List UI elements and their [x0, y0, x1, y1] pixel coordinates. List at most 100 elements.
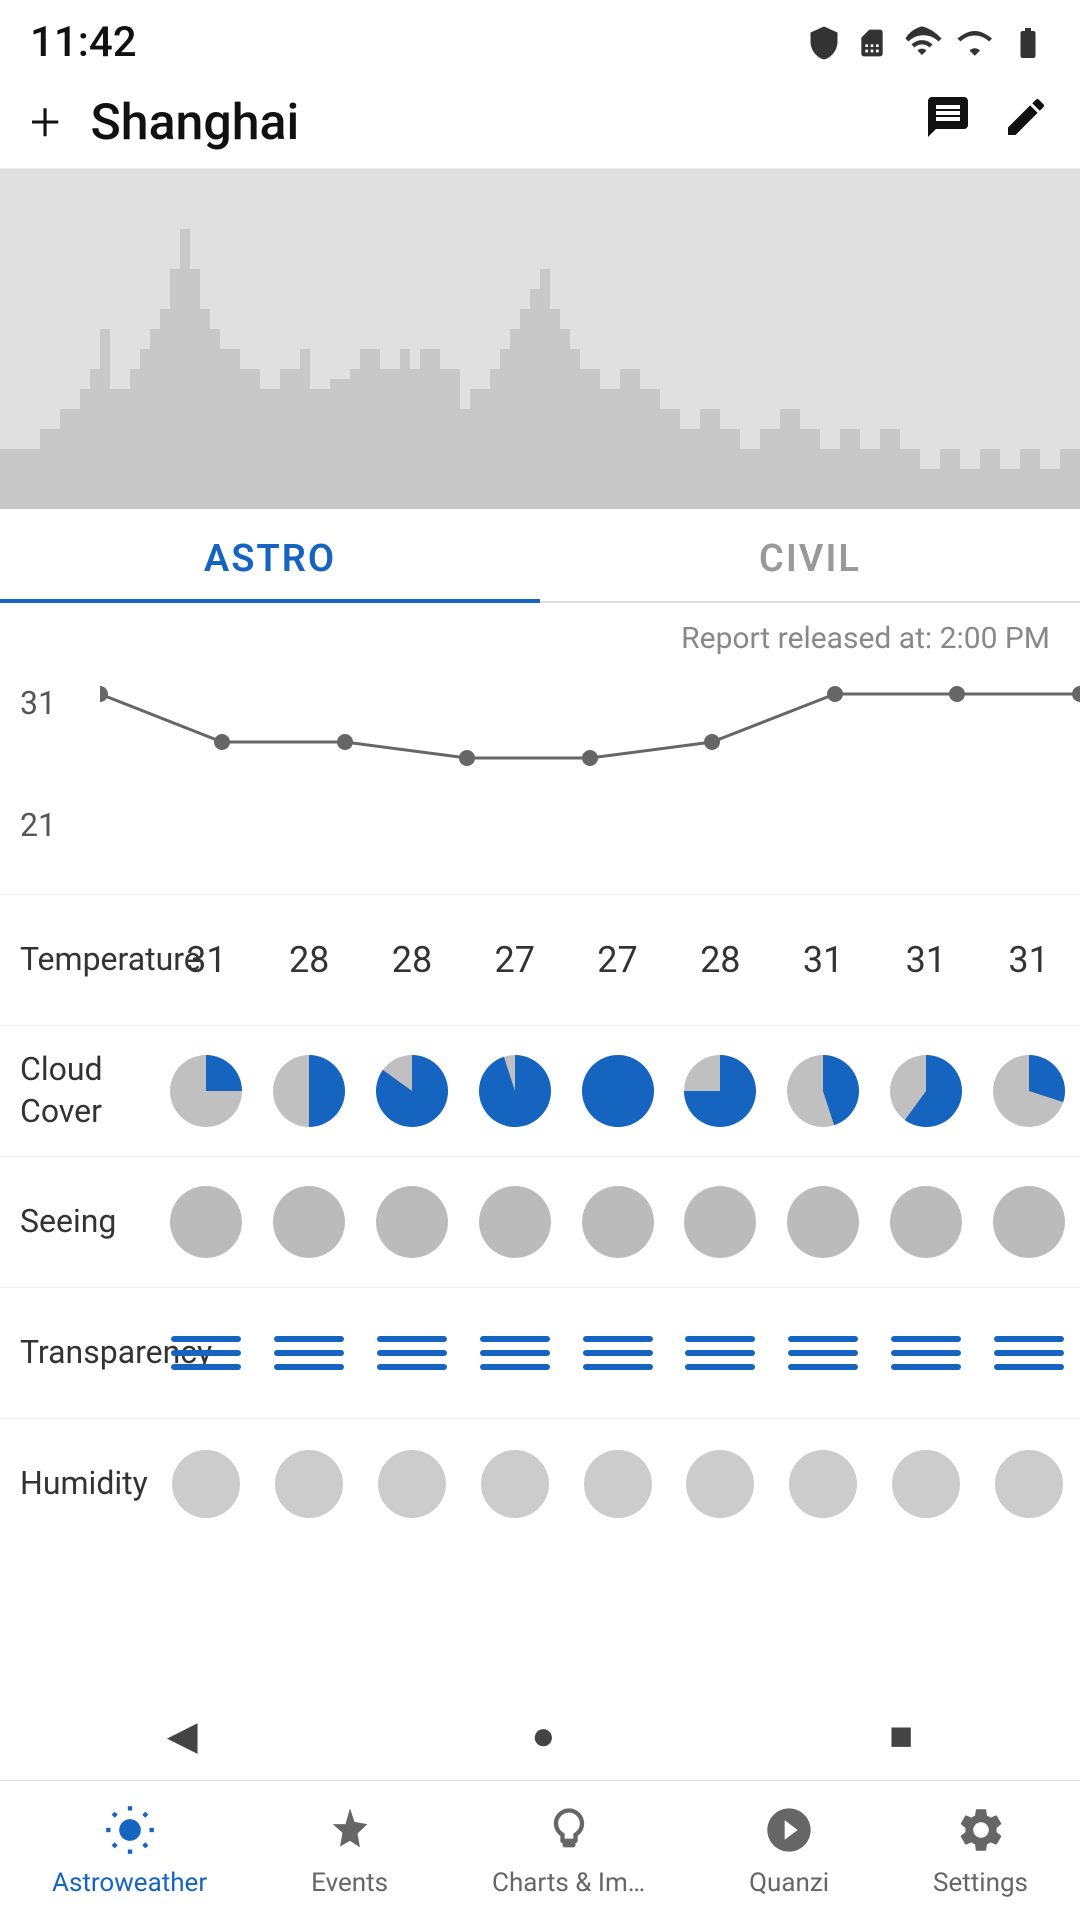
- top-bar: + Shanghai: [0, 77, 1080, 169]
- temperature-cell: 31: [772, 895, 875, 1025]
- seeing-cell: [566, 1157, 669, 1287]
- signal-icon: [956, 25, 992, 61]
- recent-button[interactable]: ■: [889, 1712, 913, 1759]
- nav-item-astroweather[interactable]: Astroweather: [32, 1794, 227, 1908]
- skyline-banner: [0, 169, 1080, 509]
- tab-civil[interactable]: CIVIL: [540, 509, 1080, 601]
- chart-y-min: 21: [20, 806, 56, 844]
- transparency-cell: [258, 1288, 361, 1418]
- transparency-cells: [155, 1288, 1080, 1418]
- seeing-cell: [874, 1157, 977, 1287]
- nav-label-quanzi: Quanzi: [749, 1868, 829, 1898]
- nav-label-astroweather: Astroweather: [52, 1868, 207, 1898]
- report-info: Report released at: 2:00 PM: [0, 603, 1080, 674]
- transparency-cell: [566, 1288, 669, 1418]
- main-content: ASTRO CIVIL Report released at: 2:00 PM …: [0, 169, 1080, 1789]
- data-table: Temperature 312828272728313131 Cloud Cov…: [0, 894, 1080, 1549]
- temperature-cell: 31: [874, 895, 977, 1025]
- cloud-cover-cell: [772, 1026, 875, 1156]
- bottom-nav: Astroweather Events Charts & Im… Quanzi …: [0, 1780, 1080, 1920]
- seeing-cell: [772, 1157, 875, 1287]
- charts-icon: [543, 1804, 595, 1860]
- events-icon: [324, 1804, 376, 1860]
- seeing-cells: [155, 1157, 1080, 1287]
- settings-icon: [955, 1804, 1007, 1860]
- seeing-cell: [463, 1157, 566, 1287]
- transparency-cell: [977, 1288, 1080, 1418]
- transparency-cell: [155, 1288, 258, 1418]
- cloud-cover-cell: [669, 1026, 772, 1156]
- seeing-cell: [977, 1157, 1080, 1287]
- status-time: 11:42: [30, 18, 137, 67]
- cloud-cover-row: Cloud Cover: [0, 1025, 1080, 1156]
- nav-label-settings: Settings: [933, 1868, 1028, 1898]
- nav-item-settings[interactable]: Settings: [913, 1794, 1048, 1908]
- battery-icon: [1006, 25, 1050, 61]
- seeing-row: Seeing: [0, 1156, 1080, 1287]
- nav-item-events[interactable]: Events: [291, 1794, 408, 1908]
- page-title: Shanghai: [91, 94, 924, 152]
- astroweather-icon: [104, 1804, 156, 1860]
- humidity-cell: [258, 1419, 361, 1549]
- quanzi-icon: [763, 1804, 815, 1860]
- humidity-cell: [361, 1419, 464, 1549]
- cloud-cover-cell: [361, 1026, 464, 1156]
- seeing-label: Seeing: [0, 1185, 155, 1259]
- sim-icon: [856, 25, 888, 61]
- humidity-cell: [566, 1419, 669, 1549]
- humidity-cell: [977, 1419, 1080, 1549]
- cloud-cover-cell: [977, 1026, 1080, 1156]
- cloud-cover-cell: [155, 1026, 258, 1156]
- temperature-label: Temperature: [0, 923, 155, 997]
- chart-area: 31 21: [0, 674, 1080, 894]
- temperature-cell: 28: [258, 895, 361, 1025]
- wifi-icon: [902, 25, 942, 61]
- cloud-cover-label: Cloud Cover: [0, 1033, 155, 1148]
- transparency-cell: [772, 1288, 875, 1418]
- humidity-cell: [669, 1419, 772, 1549]
- temperature-cell: 27: [463, 895, 566, 1025]
- temperature-chart: [100, 674, 1080, 874]
- humidity-row: Humidity: [0, 1418, 1080, 1549]
- nav-item-charts[interactable]: Charts & Im…: [472, 1794, 665, 1908]
- nav-label-charts: Charts & Im…: [492, 1868, 645, 1898]
- transparency-cell: [361, 1288, 464, 1418]
- status-icons: [806, 25, 1050, 61]
- tab-astro[interactable]: ASTRO: [0, 509, 540, 601]
- humidity-cell: [874, 1419, 977, 1549]
- cloud-cover-cell: [566, 1026, 669, 1156]
- cloud-cover-cell: [874, 1026, 977, 1156]
- nav-label-events: Events: [311, 1868, 388, 1898]
- cloud-cover-cell: [258, 1026, 361, 1156]
- transparency-label: Transparency: [0, 1316, 155, 1390]
- temperature-cells: 312828272728313131: [155, 895, 1080, 1025]
- temperature-cell: 27: [566, 895, 669, 1025]
- home-button[interactable]: ●: [531, 1712, 555, 1759]
- transparency-cell: [874, 1288, 977, 1418]
- seeing-cell: [155, 1157, 258, 1287]
- seeing-cell: [361, 1157, 464, 1287]
- humidity-cells: [155, 1419, 1080, 1549]
- add-button[interactable]: +: [30, 91, 61, 154]
- edit-icon[interactable]: [1002, 93, 1050, 152]
- back-button[interactable]: ◀: [167, 1712, 198, 1759]
- system-nav: ◀ ● ■: [0, 1690, 1080, 1780]
- cloud-cover-cell: [463, 1026, 566, 1156]
- chat-icon[interactable]: [924, 93, 972, 152]
- temperature-cell: 28: [669, 895, 772, 1025]
- humidity-cell: [772, 1419, 875, 1549]
- transparency-cell: [463, 1288, 566, 1418]
- top-bar-actions: [924, 93, 1050, 152]
- transparency-cell: [669, 1288, 772, 1418]
- temperature-cell: 31: [977, 895, 1080, 1025]
- temperature-cell: 31: [155, 895, 258, 1025]
- nav-item-quanzi[interactable]: Quanzi: [729, 1794, 849, 1908]
- temperature-cell: 28: [361, 895, 464, 1025]
- status-bar: 11:42: [0, 0, 1080, 77]
- seeing-cell: [669, 1157, 772, 1287]
- humidity-cell: [463, 1419, 566, 1549]
- tabs: ASTRO CIVIL: [0, 509, 1080, 603]
- seeing-cell: [258, 1157, 361, 1287]
- humidity-cell: [155, 1419, 258, 1549]
- humidity-label: Humidity: [0, 1447, 155, 1521]
